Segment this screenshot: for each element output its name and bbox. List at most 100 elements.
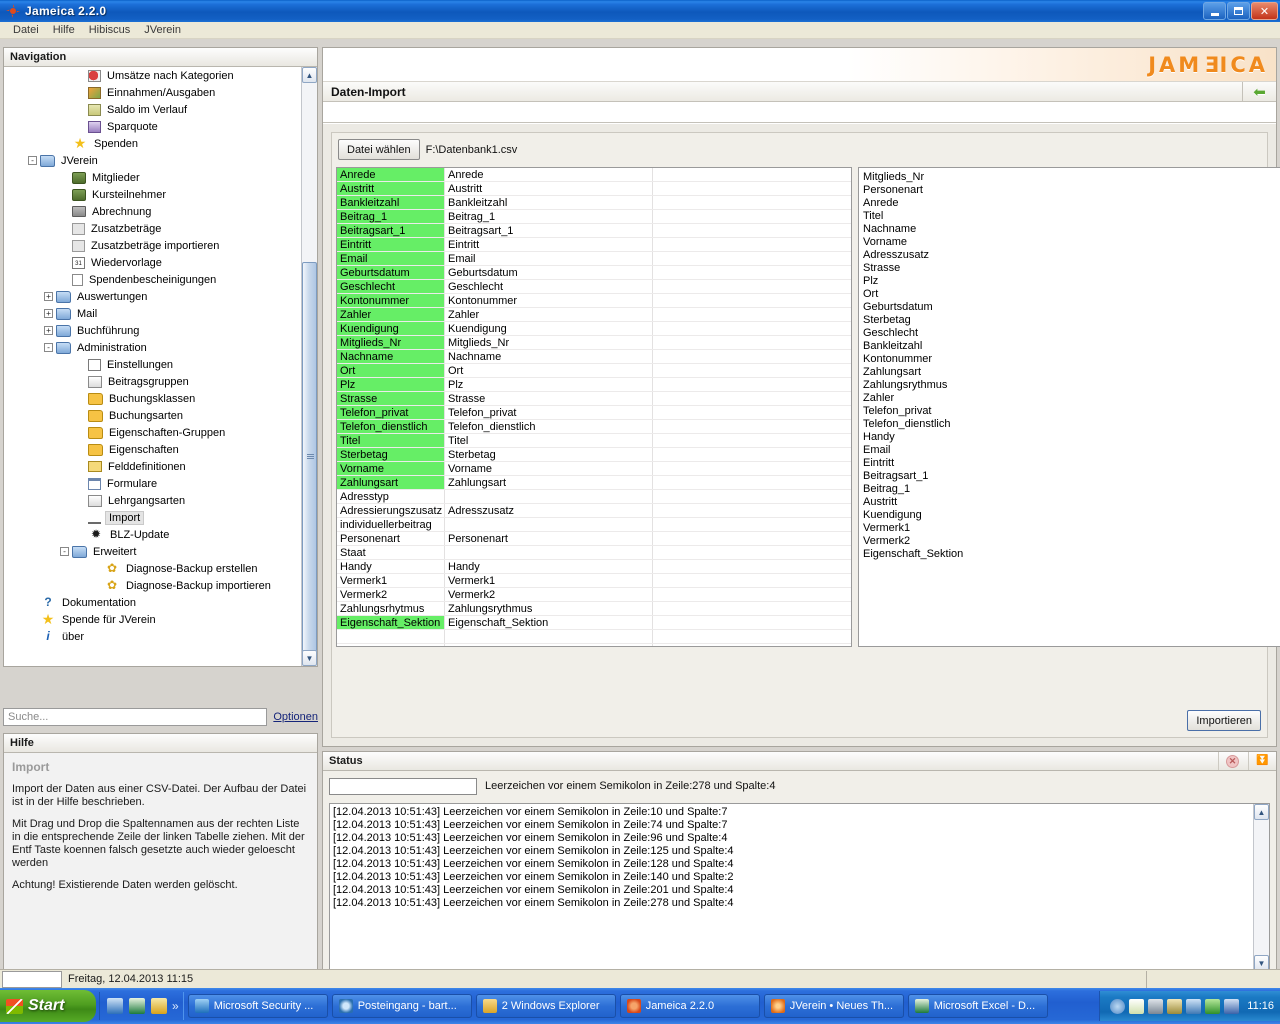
mapping-csv-column[interactable]: Beitrag_1 <box>337 210 445 223</box>
taskbar-task[interactable]: 2 Windows Explorer <box>475 994 616 1018</box>
quick-launch-more-icon[interactable]: » <box>172 999 179 1013</box>
mapping-row[interactable]: Telefon_dienstlich Telefon_dienstlich <box>337 420 851 434</box>
mapping-row[interactable]: Nachname Nachname <box>337 350 851 364</box>
mapping-target-field[interactable]: Beitrag_1 <box>445 210 653 223</box>
mapping-target-field[interactable]: Bankleitzahl <box>445 196 653 209</box>
taskbar-task[interactable]: JVerein • Neues Th... <box>763 994 904 1018</box>
mapping-row[interactable]: Beitragsart_1 Beitragsart_1 <box>337 224 851 238</box>
field-list-item[interactable]: Titel <box>863 210 1280 223</box>
tree-item-felddefinitionen[interactable]: Felddefinitionen <box>4 458 301 475</box>
mapping-target-field[interactable]: Vorname <box>445 462 653 475</box>
taskbar-task[interactable]: Microsoft Excel - D... <box>907 994 1048 1018</box>
mapping-target-field[interactable] <box>445 630 653 643</box>
mapping-extra-column[interactable] <box>653 364 851 377</box>
bug-icon[interactable] <box>1167 998 1183 1014</box>
tree-item-diagnose-backup-erstellen[interactable]: ✿ Diagnose-Backup erstellen <box>4 560 301 577</box>
tree-item-zusatzbetr-ge[interactable]: Zusatzbeträge <box>4 220 301 237</box>
tree-item-saldo-im-verlauf[interactable]: Saldo im Verlauf <box>4 101 301 118</box>
back-button[interactable]: ⬅ <box>1242 82 1276 102</box>
mapping-extra-column[interactable] <box>653 266 851 279</box>
mapping-target-field[interactable]: Austritt <box>445 182 653 195</box>
maximize-button[interactable] <box>1227 2 1250 20</box>
mapping-extra-column[interactable] <box>653 504 851 517</box>
mapping-csv-column[interactable]: Vermerk1 <box>337 574 445 587</box>
mapping-csv-column[interactable]: Staat <box>337 546 445 559</box>
mapping-csv-column[interactable]: Anrede <box>337 168 445 181</box>
mapping-row[interactable]: Vorname Vorname <box>337 462 851 476</box>
field-list-item[interactable]: Austritt <box>863 496 1280 509</box>
mapping-csv-column[interactable]: Nachname <box>337 350 445 363</box>
mapping-row[interactable]: Zahler Zahler <box>337 308 851 322</box>
mapping-target-field[interactable]: Eintritt <box>445 238 653 251</box>
mapping-csv-column[interactable]: Email <box>337 252 445 265</box>
tree-item-jverein[interactable]: - JVerein <box>4 152 301 169</box>
tree-item-diagnose-backup-importieren[interactable]: ✿ Diagnose-Backup importieren <box>4 577 301 594</box>
field-list-item[interactable]: Eintritt <box>863 457 1280 470</box>
mail-icon[interactable] <box>1129 998 1145 1014</box>
mapping-target-field[interactable]: Adresszusatz <box>445 504 653 517</box>
network-icon[interactable] <box>1186 998 1202 1014</box>
mapping-target-field[interactable]: Personenart <box>445 532 653 545</box>
tree-item-formulare[interactable]: Formulare <box>4 475 301 492</box>
mapping-target-field[interactable]: Telefon_privat <box>445 406 653 419</box>
mapping-extra-column[interactable] <box>653 588 851 601</box>
tree-item-erweitert[interactable]: - Erweitert <box>4 543 301 560</box>
mapping-row[interactable]: Bankleitzahl Bankleitzahl <box>337 196 851 210</box>
mapping-csv-column[interactable]: Strasse <box>337 392 445 405</box>
mapping-extra-column[interactable] <box>653 602 851 615</box>
field-list-item[interactable]: Sterbetag <box>863 314 1280 327</box>
mapping-extra-column[interactable] <box>653 644 851 646</box>
mapping-csv-column[interactable]: Geburtsdatum <box>337 266 445 279</box>
tree-item-zusatzbetr-ge-importieren[interactable]: Zusatzbeträge importieren <box>4 237 301 254</box>
mapping-row[interactable]: Email Email <box>337 252 851 266</box>
mapping-extra-column[interactable] <box>653 574 851 587</box>
mapping-row[interactable] <box>337 644 851 646</box>
mapping-csv-column[interactable]: individuellerbeitrag <box>337 518 445 531</box>
mapping-row[interactable]: Zahlungsrhytmus Zahlungsrythmus <box>337 602 851 616</box>
navigation-scrollbar[interactable]: ▲ ▼ <box>301 67 317 666</box>
mapping-row[interactable]: Adresstyp <box>337 490 851 504</box>
field-list-item[interactable]: Zahlungsart <box>863 366 1280 379</box>
mapping-csv-column[interactable] <box>337 644 445 646</box>
mapping-csv-column[interactable]: Sterbetag <box>337 448 445 461</box>
notes-icon[interactable] <box>151 998 167 1014</box>
mapping-row[interactable]: Anrede Anrede <box>337 168 851 182</box>
mapping-csv-column[interactable]: Mitglieds_Nr <box>337 336 445 349</box>
mapping-extra-column[interactable] <box>653 210 851 223</box>
mapping-extra-column[interactable] <box>653 350 851 363</box>
excel-icon[interactable] <box>129 998 145 1014</box>
mapping-extra-column[interactable] <box>653 406 851 419</box>
mapping-target-field[interactable]: Telefon_dienstlich <box>445 420 653 433</box>
mapping-extra-column[interactable] <box>653 518 851 531</box>
mapping-row[interactable]: Personenart Personenart <box>337 532 851 546</box>
mapping-target-field[interactable]: Zahlungsrythmus <box>445 602 653 615</box>
mapping-extra-column[interactable] <box>653 476 851 489</box>
mapping-row[interactable]: Eigenschaft_Sektion Eigenschaft_Sektion <box>337 616 851 630</box>
mapping-extra-column[interactable] <box>653 630 851 643</box>
mapping-csv-column[interactable]: Zahlungsart <box>337 476 445 489</box>
scroll-to-bottom-button[interactable]: ⏬ <box>1248 752 1276 770</box>
expand-toggle-icon[interactable]: + <box>44 292 53 301</box>
mapping-target-field[interactable] <box>445 546 653 559</box>
mapping-target-field[interactable]: Mitglieds_Nr <box>445 336 653 349</box>
field-list-item[interactable]: Anrede <box>863 197 1280 210</box>
collapse-toggle-icon[interactable]: - <box>44 343 53 352</box>
mapping-target-field[interactable]: Vermerk1 <box>445 574 653 587</box>
field-list-item[interactable]: Zahler <box>863 392 1280 405</box>
mapping-csv-column[interactable]: Geschlecht <box>337 280 445 293</box>
mapping-target-field[interactable]: Eigenschaft_Sektion <box>445 616 653 629</box>
mapping-row[interactable]: Telefon_privat Telefon_privat <box>337 406 851 420</box>
mapping-csv-column[interactable]: Vorname <box>337 462 445 475</box>
mapping-extra-column[interactable] <box>653 224 851 237</box>
mapping-target-field[interactable]: Ort <box>445 364 653 377</box>
field-list-item[interactable]: Vermerk2 <box>863 535 1280 548</box>
mapping-row[interactable]: Beitrag_1 Beitrag_1 <box>337 210 851 224</box>
mapping-csv-column[interactable]: Kontonummer <box>337 294 445 307</box>
mapping-extra-column[interactable] <box>653 490 851 503</box>
mapping-csv-column[interactable]: Handy <box>337 560 445 573</box>
mapping-csv-column[interactable]: Kuendigung <box>337 322 445 335</box>
log-scrollbar[interactable]: ▲ ▼ <box>1253 804 1269 971</box>
mapping-row[interactable]: Strasse Strasse <box>337 392 851 406</box>
tree-item-buchungsarten[interactable]: Buchungsarten <box>4 407 301 424</box>
tree-item-lehrgangsarten[interactable]: Lehrgangsarten <box>4 492 301 509</box>
